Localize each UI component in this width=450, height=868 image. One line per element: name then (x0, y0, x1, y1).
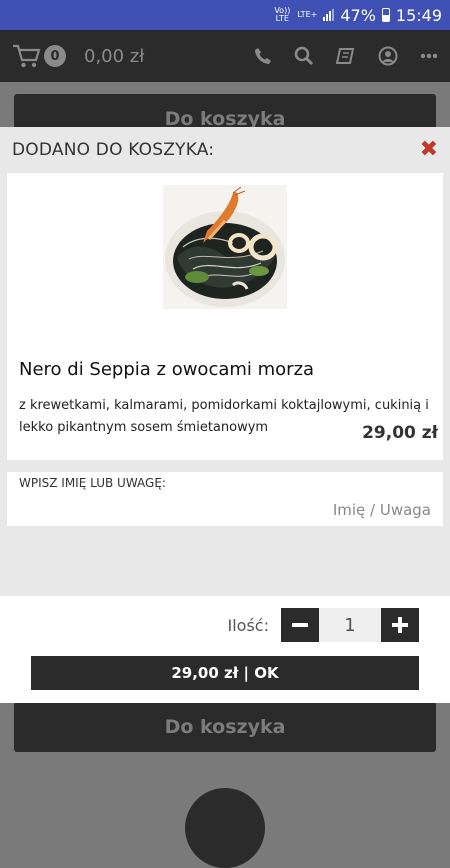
modal-footer: Ilość: 1 29,00 zł | OK (0, 596, 450, 703)
modal-header: DODANO DO KOSZYKA: ✖ (0, 127, 450, 173)
battery-percent: 47% (340, 5, 376, 25)
phone-icon[interactable] (254, 47, 272, 65)
decrease-quantity-button[interactable] (281, 608, 319, 642)
battery-icon (381, 8, 390, 22)
add-to-cart-button-behind-bottom: Do koszyka (14, 702, 436, 752)
user-icon[interactable] (378, 46, 398, 66)
ok-button[interactable]: 29,00 zł | OK (31, 656, 419, 690)
close-icon[interactable]: ✖ (420, 139, 438, 161)
note-input[interactable] (129, 500, 433, 520)
logo-circle (185, 788, 265, 868)
search-icon[interactable] (294, 46, 314, 66)
cart-icon[interactable] (12, 43, 42, 69)
signal-icon (323, 9, 335, 21)
added-to-cart-modal: DODANO DO KOSZYKA: ✖ Nero di Seppia z ow… (0, 127, 450, 703)
dish-name: Nero di Seppia z owocami morza (19, 359, 315, 380)
quantity-stepper: Ilość: 1 (228, 608, 419, 642)
plus-icon (392, 617, 408, 633)
dish-image (163, 185, 287, 309)
app-header: 0 0,00 zł (0, 30, 450, 82)
quantity-label: Ilość: (227, 615, 269, 635)
note-box: WPISZ IMIĘ LUB UWAGĘ: (7, 472, 443, 526)
menu-book-icon[interactable] (336, 47, 356, 65)
status-bar: Vo)) LTE LTE+ 47% 15:49 (0, 0, 450, 30)
lte-indicator: LTE+ (297, 10, 318, 19)
dish-card: Nero di Seppia z owocami morza z krewetk… (7, 173, 443, 460)
increase-quantity-button[interactable] (381, 608, 419, 642)
clock: 15:49 (395, 5, 442, 25)
dish-price: 29,00 zł (362, 423, 438, 443)
minus-icon (292, 623, 308, 627)
cart-total: 0,00 zł (84, 45, 145, 67)
note-label: WPISZ IMIĘ LUB UWAGĘ: (19, 476, 166, 490)
quantity-value[interactable]: 1 (319, 608, 381, 642)
more-icon[interactable] (420, 53, 438, 59)
volte-indicator: Vo)) LTE (274, 6, 291, 23)
cart-count-badge: 0 (44, 45, 66, 67)
modal-title: DODANO DO KOSZYKA: (12, 140, 215, 160)
